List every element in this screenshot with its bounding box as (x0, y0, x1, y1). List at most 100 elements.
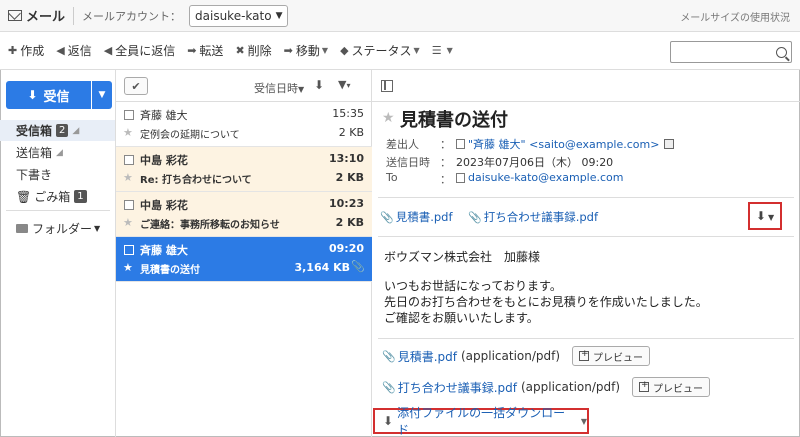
preview-label: プレビュー (593, 352, 644, 364)
sidebar-item-sent[interactable]: 送信箱 ◢ (0, 142, 115, 163)
divider (6, 210, 110, 211)
sidebar-item-trash[interactable]: 🗑 ごみ箱 1 (0, 186, 115, 207)
sort-direction-icon[interactable]: ⬇ (314, 78, 324, 92)
reply-all-button[interactable]: ◀ 全員に返信 (104, 42, 175, 59)
compose-button[interactable]: ✚ 作成 (8, 42, 44, 59)
receive-dropdown[interactable]: ▼ (92, 81, 112, 109)
attachment-link[interactable]: 📎 見積書.pdf (380, 209, 453, 225)
row-sender: 中島 彩花 (140, 199, 188, 212)
chevron-down-icon: ▼ (321, 46, 329, 55)
move-button[interactable]: ➡ 移動 ▼ (284, 42, 328, 59)
paperclip-icon: 📎 (351, 260, 365, 273)
folder-menu[interactable]: フォルダー ▼ (16, 220, 100, 237)
reply-button[interactable]: ◀ 返信 (56, 42, 91, 59)
row-sender: 中島 彩花 (140, 154, 188, 167)
attachment-type: (application/pdf) (460, 349, 561, 363)
tag-icon: ◆ (340, 44, 349, 57)
download-icon: ⬇ (27, 88, 38, 102)
attachment-link[interactable]: 打ち合わせ議事録.pdf (398, 379, 517, 396)
row-checkbox[interactable] (124, 155, 134, 165)
close-icon: ✖ (235, 44, 245, 57)
row-size: 2 KB (335, 216, 364, 229)
paperclip-icon: 📎 (380, 210, 394, 224)
list-item[interactable]: ★ 斉藤 雄大 15:35 定例会の延期について 2 KB (116, 102, 372, 147)
forward-label: 転送 (199, 44, 224, 58)
account-select[interactable]: daisuke-kato ▼ (189, 4, 289, 27)
preview-button[interactable]: プレビュー (572, 346, 651, 366)
folder-label: 下書き (16, 168, 53, 182)
list-item-selected[interactable]: ★ 斉藤 雄大 09:20 見積書の送付 3,164 KB 📎 (116, 237, 372, 282)
to-label: To (386, 171, 398, 184)
move-label: 移動 (295, 44, 320, 58)
address-book-icon[interactable] (664, 139, 675, 149)
contact-icon (456, 139, 465, 149)
search-input[interactable] (680, 45, 776, 59)
delete-button[interactable]: ✖ 削除 (235, 42, 271, 59)
reply-label: 返信 (67, 44, 92, 58)
row-subject: 定例会の延期について (140, 130, 240, 141)
receive-button-group: ⬇ 受信 ▼ (6, 81, 112, 109)
search-icon[interactable] (776, 46, 787, 58)
reply-icon: ◀ (56, 44, 65, 57)
attachment-row: 📎 見積書.pdf (application/pdf) プレビュー (382, 346, 651, 366)
compose-label: 作成 (20, 44, 45, 58)
download-icon: ⬇ (383, 414, 394, 428)
attachment-row: 📎 打ち合わせ議事録.pdf (application/pdf) プレビュー (382, 377, 711, 397)
chevron-down-icon: ▼ (446, 46, 453, 55)
body-line: いつもお世話になっております。 (384, 279, 562, 293)
receive-button[interactable]: ⬇ 受信 (6, 81, 92, 109)
to-email-link[interactable]: daisuke-kato@example.com (468, 171, 624, 184)
attachment-name: 見積書.pdf (395, 210, 453, 224)
list-item[interactable]: ★ 中島 彩花 10:23 ご連絡：事務所移転のお知らせ 2 KB (116, 192, 372, 237)
star-icon[interactable]: ★ (123, 171, 133, 184)
filter-icon[interactable]: ▼▾ (338, 78, 350, 91)
mail-size-link[interactable]: メールサイズの使用状況 (680, 9, 790, 24)
row-checkbox[interactable] (124, 200, 134, 210)
delete-label: 削除 (247, 44, 272, 58)
divider (378, 338, 794, 339)
preview-button[interactable]: プレビュー (632, 377, 711, 397)
row-checkbox[interactable] (124, 110, 134, 120)
sort-label: 受信日時 (254, 82, 298, 95)
forward-button[interactable]: ➡ 転送 (187, 42, 223, 59)
row-subject: Re: 打ち合わせについて (140, 175, 252, 186)
reply-all-icon: ◀ (103, 44, 113, 57)
from-label: 差出人 (386, 138, 419, 151)
star-icon[interactable]: ★ (123, 261, 133, 274)
attachment-link[interactable]: 見積書.pdf (398, 348, 457, 365)
list-header: ✔ 受信日時▼ ⬇ ▼▾ (116, 70, 372, 102)
sidebar-item-drafts[interactable]: 下書き (0, 164, 115, 185)
select-all-checkbox[interactable]: ✔ (124, 77, 148, 95)
from-name-link[interactable]: "斉藤 雄大" (468, 136, 526, 152)
bulk-download-button[interactable]: ⬇ 添付ファイルの一括ダウンロード ▼ (373, 406, 589, 437)
chevron-down-icon: ▼ (94, 224, 101, 233)
paperclip-icon: 📎 (468, 210, 482, 224)
zoom-icon (639, 380, 650, 392)
panel-toggle-icon[interactable] (381, 80, 393, 92)
paperclip-icon: 📎 (382, 349, 396, 363)
star-icon[interactable]: ★ (382, 110, 395, 126)
more-menu-button[interactable]: ☰ ▼ (432, 44, 453, 57)
divider (73, 6, 75, 25)
list-item[interactable]: ★ 中島 彩花 13:10 Re: 打ち合わせについて 2 KB (116, 147, 372, 192)
from-email-link[interactable]: <saito@example.com> (529, 138, 659, 151)
body-line: ボウズマン株式会社 加藤様 (384, 250, 541, 264)
folder-icon (16, 224, 28, 233)
row-checkbox[interactable] (124, 245, 134, 255)
colon: ： (440, 173, 451, 186)
star-icon[interactable]: ★ (123, 216, 133, 229)
sort-dropdown[interactable]: 受信日時▼ (254, 80, 304, 96)
status-button[interactable]: ◆ ステータス ▼ (340, 42, 420, 59)
colon: ： (440, 156, 451, 169)
search-box[interactable] (670, 41, 792, 63)
attachment-type: (application/pdf) (520, 380, 621, 394)
star-icon[interactable]: ★ (123, 126, 133, 139)
toolbar: ✚ 作成 ◀ 返信 ◀ 全員に返信 ➡ 転送 ✖ 削除 ➡ 移動 ▼ ◆ ステータス ▼ ☰ ▼ (0, 32, 800, 70)
pane-header (372, 70, 800, 102)
trash-icon: 🗑 (16, 189, 32, 204)
download-attachments-button[interactable]: ⬇ ▼ (748, 202, 782, 230)
row-size: 2 KB (335, 171, 364, 184)
signal-icon: ◢ (56, 147, 63, 158)
sidebar-item-inbox[interactable]: 受信箱 2 ◢ (0, 120, 115, 141)
attachment-link[interactable]: 📎 打ち合わせ議事録.pdf (468, 209, 598, 225)
